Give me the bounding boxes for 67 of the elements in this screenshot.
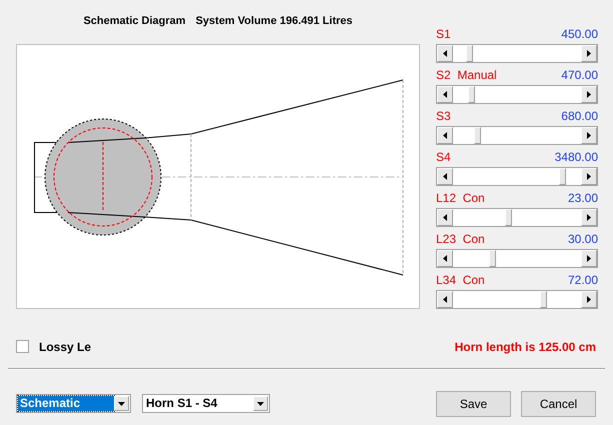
slider-thumb[interactable] xyxy=(468,86,475,103)
scroll-left-button[interactable] xyxy=(437,250,453,267)
scroll-right-button[interactable] xyxy=(581,250,597,267)
checkbox[interactable] xyxy=(16,340,29,353)
scroll-right-button[interactable] xyxy=(581,86,597,103)
horn-length-text: Horn length is 125.00 cm xyxy=(454,340,596,354)
scrollbar[interactable] xyxy=(436,126,598,145)
scroll-left-button[interactable] xyxy=(437,291,453,308)
scrollbar[interactable] xyxy=(436,85,598,104)
scrollbar[interactable] xyxy=(436,290,598,309)
slider-reading: 72.00 xyxy=(568,273,598,287)
left-arrow-icon xyxy=(443,214,447,221)
right-arrow-icon xyxy=(587,255,591,262)
left-arrow-icon xyxy=(443,132,447,139)
system-volume: System Volume 196.491 Litres xyxy=(196,15,353,29)
caret-icon xyxy=(257,402,264,406)
scroll-left-button[interactable] xyxy=(437,209,453,226)
slider-reading: 3480.00 xyxy=(554,150,598,164)
slider-thumb[interactable] xyxy=(489,250,496,267)
slider-reading: 23.00 xyxy=(568,191,598,205)
scroll-left-button[interactable] xyxy=(437,168,453,185)
slider-reading: 450.00 xyxy=(561,27,598,41)
left-arrow-icon xyxy=(443,91,447,98)
right-arrow-icon xyxy=(587,50,591,57)
slider-thumb[interactable] xyxy=(540,291,548,308)
slider-label: S1 xyxy=(436,27,451,41)
slider-thumb[interactable] xyxy=(474,127,481,144)
scrollbar[interactable] xyxy=(436,208,598,227)
caret-icon xyxy=(118,402,125,406)
slider-label: S4 xyxy=(436,150,451,164)
left-arrow-icon xyxy=(443,173,447,180)
slider-reading: 680.00 xyxy=(561,109,598,123)
left-arrow-icon xyxy=(443,296,447,303)
left-arrow-icon xyxy=(443,50,447,57)
scrollbar[interactable] xyxy=(436,249,598,268)
right-arrow-icon xyxy=(587,173,591,180)
slider-label: L23 Con xyxy=(436,232,485,246)
scroll-left-button[interactable] xyxy=(437,45,453,62)
scroll-right-button[interactable] xyxy=(581,209,597,226)
right-arrow-icon xyxy=(587,91,591,98)
slider-label: L12 Con xyxy=(436,191,485,205)
scrollbar[interactable] xyxy=(436,44,598,63)
scroll-right-button[interactable] xyxy=(581,291,597,308)
scrollbar[interactable] xyxy=(436,167,598,186)
slider-thumb[interactable] xyxy=(558,168,566,185)
left-arrow-icon xyxy=(443,255,447,262)
scroll-right-button[interactable] xyxy=(581,45,597,62)
checkbox-label[interactable]: Lossy Le xyxy=(39,340,92,354)
scroll-left-button[interactable] xyxy=(437,86,453,103)
slider-reading: 470.00 xyxy=(561,68,598,82)
right-arrow-icon xyxy=(587,214,591,221)
scroll-right-button[interactable] xyxy=(581,168,597,185)
dropdown[interactable]: Horn S1 - S4 xyxy=(142,394,270,413)
slider-label: S3 xyxy=(436,109,451,123)
scroll-left-button[interactable] xyxy=(437,127,453,144)
slider-thumb[interactable] xyxy=(466,45,474,62)
dialog-button[interactable]: Cancel xyxy=(521,391,596,417)
slider-label: L34 Con xyxy=(436,273,485,287)
right-arrow-icon xyxy=(587,132,591,139)
dropdown[interactable]: Schematic xyxy=(16,394,131,413)
slider-reading: 30.00 xyxy=(568,232,598,246)
scroll-right-button[interactable] xyxy=(581,127,597,144)
diagram-title: Schematic Diagram xyxy=(83,15,186,29)
dialog-button[interactable]: Save xyxy=(436,391,511,417)
slider-label: S2 Manual xyxy=(436,68,497,82)
right-arrow-icon xyxy=(587,296,591,303)
slider-thumb[interactable] xyxy=(505,209,512,226)
